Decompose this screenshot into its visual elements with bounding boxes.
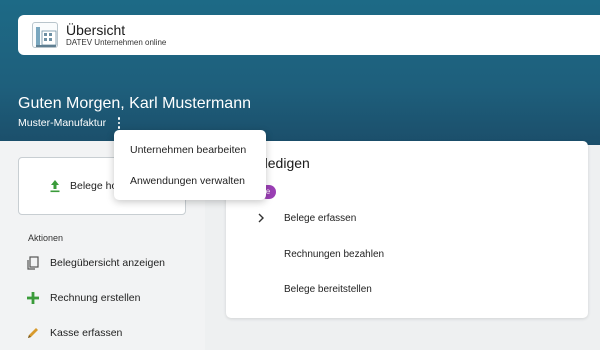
menu-item-manage-apps[interactable]: Anwendungen verwalten: [130, 175, 245, 187]
menu-item-edit-company[interactable]: Unternehmen bearbeiten: [130, 144, 246, 156]
action-show-documents[interactable]: Belegübersicht anzeigen: [26, 256, 165, 270]
chevron-right-icon[interactable]: [257, 213, 265, 223]
todo-card-title: rledigen: [260, 155, 310, 171]
task-provide-documents[interactable]: Belege bereitstellen: [284, 284, 372, 295]
app-subtitle: DATEV Unternehmen online: [66, 38, 167, 47]
app-logo-icon[interactable]: [32, 22, 58, 48]
task-capture-documents[interactable]: Belege erfassen: [284, 213, 356, 224]
action-cash-entry[interactable]: Kasse erfassen: [26, 326, 122, 340]
plus-icon: [27, 292, 39, 304]
action-label: Belegübersicht anzeigen: [50, 257, 165, 269]
actions-heading: Aktionen: [28, 233, 64, 243]
action-label: Kasse erfassen: [50, 327, 123, 339]
app-bar: Übersicht DATEV Unternehmen online: [18, 15, 600, 55]
todo-card: rledigen e Belege erfassen Rechnungen be…: [226, 141, 588, 318]
company-name: Muster-Manufaktur: [18, 117, 107, 129]
action-label: Rechnung erstellen: [50, 292, 141, 304]
task-pay-invoices[interactable]: Rechnungen bezahlen: [284, 249, 384, 260]
upload-arrow-icon: [50, 180, 60, 193]
more-options-icon[interactable]: [114, 116, 124, 130]
app-title: Übersicht: [66, 22, 126, 38]
greeting-title: Guten Morgen, Karl Mustermann: [18, 95, 251, 112]
document-copy-icon: [27, 256, 39, 270]
action-create-invoice[interactable]: Rechnung erstellen: [26, 291, 140, 305]
pencil-icon: [28, 328, 38, 338]
upload-button-label: Belege ho: [70, 180, 118, 192]
context-menu: Unternehmen bearbeiten Anwendungen verwa…: [114, 130, 266, 200]
